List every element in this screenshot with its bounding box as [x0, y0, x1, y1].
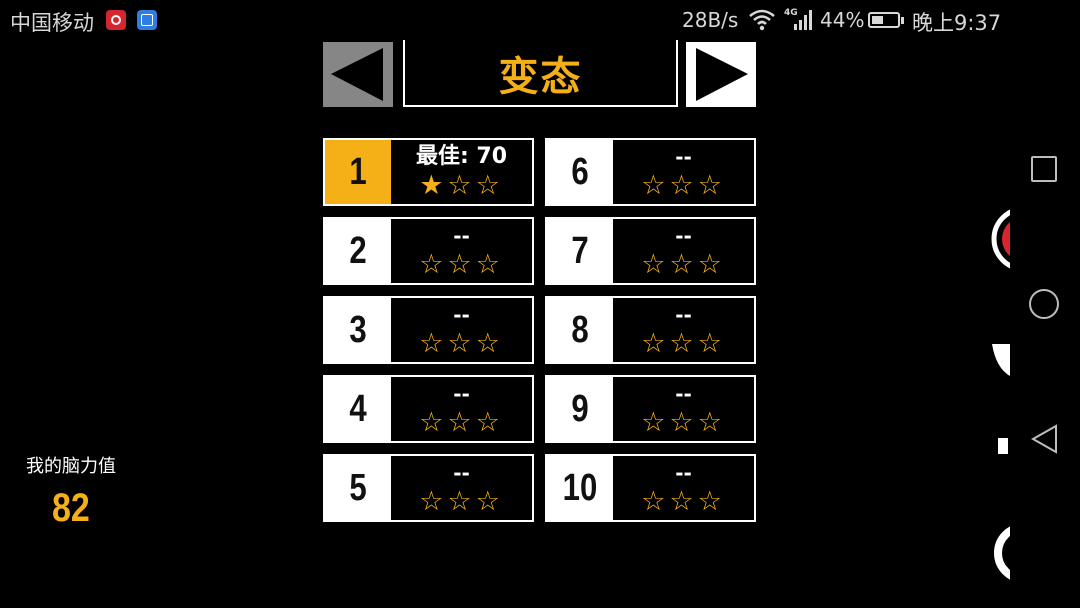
clock: 晚上9:37: [912, 11, 1002, 35]
level-stars-icon: ☆☆☆: [419, 407, 504, 438]
triangle-right-icon: [696, 48, 748, 101]
level-number: 8: [571, 308, 589, 351]
level-best-score: --: [675, 303, 692, 327]
level-info: -- ☆☆☆: [613, 456, 754, 520]
level-info: -- ☆☆☆: [391, 377, 532, 441]
level-button-6[interactable]: 6 -- ☆☆☆: [545, 138, 756, 206]
level-number: 4: [349, 387, 367, 430]
level-stars-icon: ☆☆☆: [641, 170, 726, 201]
floating-ring-icon: [994, 526, 1010, 580]
level-button-7[interactable]: 7 -- ☆☆☆: [545, 217, 756, 285]
level-button-4[interactable]: 4 -- ☆☆☆: [323, 375, 534, 443]
level-stars-icon: ☆☆☆: [419, 249, 504, 280]
netease-music-icon: [106, 10, 126, 30]
brain-power-label: 我的脑力值: [26, 456, 116, 477]
network-type-label: 4G: [784, 8, 798, 18]
level-best-score: --: [675, 145, 692, 169]
signal-icon: 4G: [784, 8, 812, 30]
triangle-left-icon: [331, 48, 383, 101]
level-stars-icon: ☆☆☆: [641, 249, 726, 280]
status-bar: 中国移动 28B/s 4G 44% 晚上9:37: [0, 0, 1010, 40]
battery-icon: [868, 12, 904, 28]
category-title-box: 变态: [403, 40, 678, 107]
level-number: 5: [349, 466, 367, 509]
level-best-score: --: [453, 303, 470, 327]
level-info: -- ☆☆☆: [391, 298, 532, 362]
level-button-5[interactable]: 5 -- ☆☆☆: [323, 454, 534, 522]
floating-bar-icon: [998, 438, 1008, 454]
level-best-score: --: [675, 461, 692, 485]
level-info: -- ☆☆☆: [613, 298, 754, 362]
floating-piece-icon: [992, 344, 1010, 376]
net-speed: 28B/s: [682, 8, 739, 32]
next-category-button[interactable]: [686, 42, 756, 107]
level-info: -- ☆☆☆: [613, 377, 754, 441]
level-number: 7: [571, 229, 589, 272]
battery-level-fill: [872, 16, 883, 24]
level-number: 9: [571, 387, 589, 430]
page-title: 变态: [498, 53, 583, 100]
level-stars-icon: ☆☆☆: [419, 328, 504, 359]
level-stars-icon: ☆☆☆: [641, 486, 726, 517]
level-best-score: --: [453, 461, 470, 485]
level-stars-icon: ☆☆☆: [641, 328, 726, 359]
prev-category-button[interactable]: [323, 42, 393, 107]
level-button-10[interactable]: 10 -- ☆☆☆: [545, 454, 756, 522]
level-info: -- ☆☆☆: [613, 219, 754, 283]
level-info: -- ☆☆☆: [391, 219, 532, 283]
gallery-icon: [137, 10, 157, 30]
level-button-2[interactable]: 2 -- ☆☆☆: [323, 217, 534, 285]
level-number: 6: [571, 150, 589, 193]
wifi-icon: [749, 9, 775, 31]
floating-ball-icon[interactable]: [990, 205, 1010, 273]
level-number: 2: [349, 229, 367, 272]
level-best-score: --: [453, 382, 470, 406]
brain-power-value: 82: [52, 486, 90, 530]
battery-percent: 44%: [820, 8, 865, 32]
level-number: 1: [349, 150, 367, 193]
level-stars-icon: ☆☆☆: [419, 486, 504, 517]
level-button-8[interactable]: 8 -- ☆☆☆: [545, 296, 756, 364]
level-stars-icon: ★☆☆: [419, 170, 504, 201]
level-stars-icon: ☆☆☆: [641, 407, 726, 438]
carrier-label: 中国移动: [10, 11, 94, 35]
level-info: 最佳: 70 ★☆☆: [391, 140, 532, 204]
recents-icon[interactable]: [1031, 156, 1057, 182]
level-best-score: --: [675, 224, 692, 248]
level-number: 3: [349, 308, 367, 351]
level-best-score: 最佳: 70: [415, 144, 508, 169]
level-info: -- ☆☆☆: [391, 456, 532, 520]
level-button-1[interactable]: 1 最佳: 70 ★☆☆: [323, 138, 534, 206]
level-info: -- ☆☆☆: [613, 140, 754, 204]
level-button-3[interactable]: 3 -- ☆☆☆: [323, 296, 534, 364]
level-best-score: --: [675, 382, 692, 406]
level-best-score: --: [453, 224, 470, 248]
home-icon[interactable]: [1029, 289, 1059, 319]
level-number: 10: [562, 466, 598, 509]
level-button-9[interactable]: 9 -- ☆☆☆: [545, 375, 756, 443]
back-icon[interactable]: [1030, 424, 1060, 454]
